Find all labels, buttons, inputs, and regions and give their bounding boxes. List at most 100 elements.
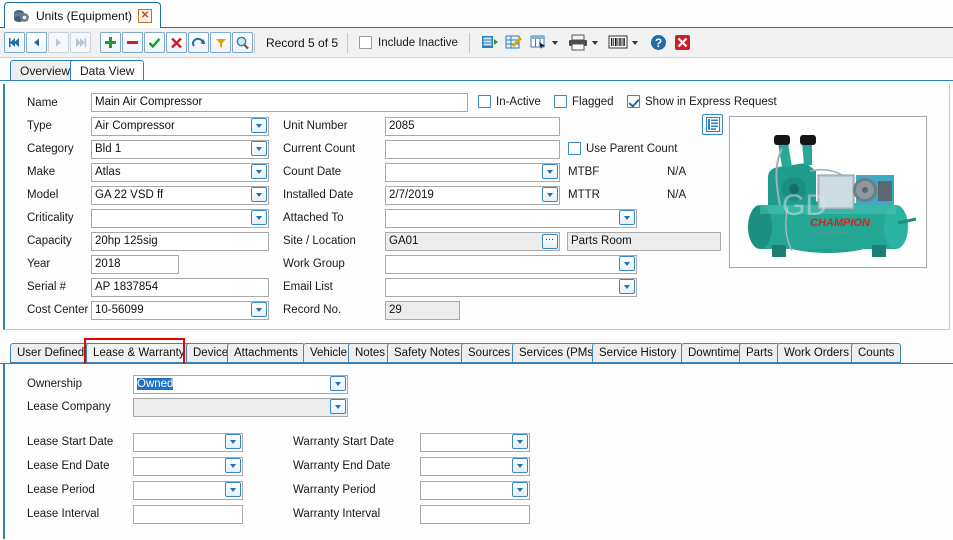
chevron-down-icon[interactable] — [251, 302, 267, 317]
field-type[interactable]: Air Compressor — [91, 117, 269, 136]
field-name[interactable]: Main Air Compressor — [91, 93, 468, 112]
chevron-down-icon[interactable] — [225, 458, 241, 473]
unit-notes-icon[interactable] — [702, 114, 723, 135]
chevron-down-icon[interactable] — [619, 279, 635, 294]
tab-sources[interactable]: Sources — [461, 343, 518, 363]
field-year[interactable]: 2018 — [91, 255, 179, 274]
field-lease-interval[interactable] — [133, 505, 243, 524]
detail-tab-strip: User Defined Lease & Warranty Device Att… — [0, 340, 953, 364]
field-ownership[interactable]: Owned — [133, 375, 348, 394]
tab-notes[interactable]: Notes — [348, 343, 393, 363]
field-lease-period[interactable] — [133, 481, 243, 500]
page-tab-strip: Overview Data View — [0, 58, 953, 81]
field-attached-to[interactable] — [385, 209, 637, 228]
include-inactive-checkbox[interactable]: Include Inactive — [359, 36, 458, 49]
field-lease-company[interactable] — [133, 398, 348, 417]
refresh-record-button[interactable] — [188, 32, 209, 53]
window-tab-units-equipment[interactable]: Units (Equipment) ✕ — [4, 2, 162, 29]
select-columns-dropdown-caret[interactable] — [551, 40, 558, 45]
previous-record-button[interactable] — [26, 32, 47, 53]
edit-grid-icon[interactable] — [503, 32, 526, 54]
post-record-button[interactable] — [144, 32, 165, 53]
chevron-down-icon[interactable] — [225, 434, 241, 449]
field-model[interactable]: GA 22 VSD ff — [91, 186, 269, 205]
field-cost-center[interactable]: 10-56099 — [91, 301, 269, 320]
close-icon[interactable]: ✕ — [138, 9, 153, 23]
chevron-down-icon[interactable] — [251, 187, 267, 202]
close-window-icon[interactable] — [671, 32, 694, 54]
chevron-down-icon[interactable] — [619, 256, 635, 271]
last-record-button[interactable] — [70, 32, 91, 53]
field-count-date[interactable] — [385, 163, 560, 182]
select-columns-icon[interactable] — [527, 32, 550, 54]
delete-record-button[interactable] — [122, 32, 143, 53]
chevron-down-icon[interactable] — [251, 210, 267, 225]
in-active-label: In-Active — [496, 95, 541, 108]
tab-service-history[interactable]: Service History — [592, 343, 684, 363]
chevron-down-icon[interactable] — [251, 141, 267, 156]
chevron-down-icon[interactable] — [512, 482, 528, 497]
export-data-icon[interactable] — [479, 32, 502, 54]
first-record-button[interactable] — [4, 32, 25, 53]
field-site-location[interactable]: GA01 — [385, 232, 560, 251]
help-icon[interactable]: ? — [647, 32, 670, 54]
tab-services-pms[interactable]: Services (PMs) — [512, 343, 604, 363]
chevron-down-icon[interactable] — [225, 482, 241, 497]
field-warranty-interval[interactable] — [420, 505, 530, 524]
field-make[interactable]: Atlas — [91, 163, 269, 182]
tab-data-view[interactable]: Data View — [70, 60, 145, 81]
tab-work-orders[interactable]: Work Orders — [777, 343, 856, 363]
field-lease-end-date[interactable] — [133, 457, 243, 476]
search-records-button[interactable] — [232, 32, 253, 53]
field-serial-number[interactable]: AP 1837854 — [91, 278, 269, 297]
chevron-down-icon[interactable] — [619, 210, 635, 225]
field-lease-start-date[interactable] — [133, 433, 243, 452]
chevron-down-icon[interactable] — [512, 458, 528, 473]
tab-lease-and-warranty[interactable]: Lease & Warranty — [86, 343, 192, 363]
field-capacity[interactable]: 20hp 125sig — [91, 232, 269, 251]
label-name: Name — [27, 97, 58, 109]
site-location-lookup-button[interactable]: ⋯ — [542, 234, 558, 249]
field-warranty-period[interactable] — [420, 481, 530, 500]
add-record-button[interactable] — [100, 32, 121, 53]
checkbox-show-in-express-request[interactable]: Show in Express Request — [627, 95, 777, 108]
chevron-down-icon[interactable] — [251, 164, 267, 179]
include-inactive-box — [359, 36, 373, 49]
field-email-list[interactable] — [385, 278, 637, 297]
chevron-down-icon[interactable] — [330, 376, 346, 391]
chevron-down-icon[interactable] — [542, 187, 558, 202]
barcode-icon[interactable] — [607, 32, 630, 54]
field-installed-date[interactable]: 2/7/2019 — [385, 186, 560, 205]
next-record-button[interactable] — [48, 32, 69, 53]
cancel-record-button[interactable] — [166, 32, 187, 53]
chevron-down-icon[interactable] — [330, 399, 346, 414]
checkbox-in-active[interactable]: In-Active — [478, 95, 541, 108]
field-unit-number[interactable]: 2085 — [385, 117, 560, 136]
label-record-no: Record No. — [283, 304, 342, 316]
field-work-group[interactable] — [385, 255, 637, 274]
tab-counts[interactable]: Counts — [851, 343, 902, 363]
window-tab-bar: Units (Equipment) ✕ — [0, 0, 953, 29]
chevron-down-icon[interactable] — [251, 118, 267, 133]
print-icon[interactable] — [567, 32, 590, 54]
chevron-down-icon[interactable] — [512, 434, 528, 449]
field-warranty-end-date[interactable] — [420, 457, 530, 476]
field-current-count[interactable] — [385, 140, 560, 159]
tab-user-defined[interactable]: User Defined — [10, 343, 92, 363]
tab-safety-notes[interactable]: Safety Notes — [387, 343, 467, 363]
field-category[interactable]: Bld 1 — [91, 140, 269, 159]
label-attached-to: Attached To — [283, 212, 344, 224]
field-warranty-start-date[interactable] — [420, 433, 530, 452]
checkbox-flagged[interactable]: Flagged — [554, 95, 614, 108]
checkbox-use-parent-count[interactable]: Use Parent Count — [568, 142, 677, 155]
tab-downtime[interactable]: Downtime — [681, 343, 747, 363]
tab-vehicle[interactable]: Vehicle — [303, 343, 355, 363]
field-criticality[interactable] — [91, 209, 269, 228]
tab-parts[interactable]: Parts — [739, 343, 780, 363]
filter-records-button[interactable] — [210, 32, 231, 53]
barcode-dropdown-caret[interactable] — [631, 40, 638, 45]
print-dropdown-caret[interactable] — [591, 40, 598, 45]
tab-attachments[interactable]: Attachments — [227, 343, 305, 363]
chevron-down-icon[interactable] — [542, 164, 558, 179]
field-lease-company-value — [133, 398, 348, 417]
